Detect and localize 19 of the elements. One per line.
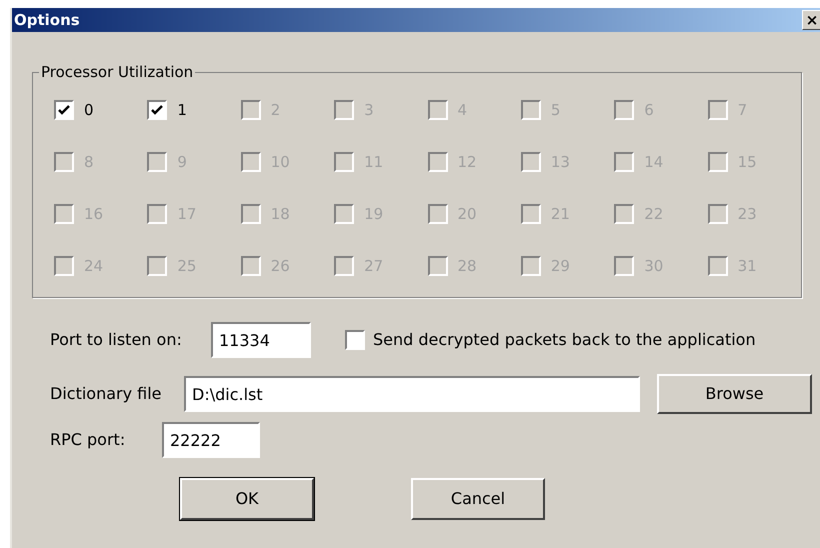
field-label: Port to listen on: [50, 329, 183, 351]
dialog-button[interactable]: Cancel [411, 478, 545, 520]
field-label: Dictionary file [50, 383, 163, 405]
input-field[interactable]: D:\dic.lst [184, 376, 640, 412]
dialog-button[interactable]: OK [180, 478, 314, 520]
checkbox-label: Send decrypted packets back to the application [373, 329, 756, 351]
checkmark-icon [58, 105, 70, 115]
checkbox[interactable] [345, 330, 365, 350]
close-button[interactable]: × [802, 10, 820, 30]
checkbox[interactable] [54, 100, 74, 120]
browse-button[interactable]: Browse [657, 374, 812, 414]
checkbox-label: 0 [84, 100, 94, 121]
window-title: Options [14, 10, 80, 31]
checkmark-icon [151, 105, 164, 115]
checkbox[interactable] [147, 100, 168, 120]
input-field[interactable]: 11334 [211, 322, 311, 358]
checkbox-label: 1 [177, 100, 187, 121]
input-field[interactable]: 22222 [162, 422, 260, 458]
field-label: RPC port: [50, 429, 126, 451]
